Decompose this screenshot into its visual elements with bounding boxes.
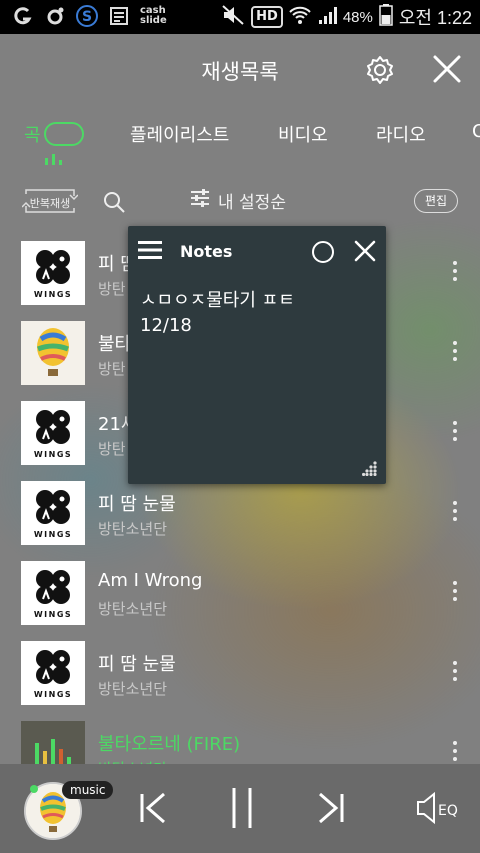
- tab-more-partial[interactable]: O: [472, 121, 480, 142]
- notes-header[interactable]: Notes: [128, 226, 386, 276]
- song-title: 피 땀 눈물: [98, 494, 176, 515]
- app-s-icon: S: [76, 5, 98, 27]
- tab-video[interactable]: 비디오: [278, 121, 328, 147]
- pause-icon[interactable]: [222, 788, 262, 828]
- more-options-icon[interactable]: [451, 261, 459, 285]
- music-tag: music: [62, 781, 114, 799]
- search-icon[interactable]: [102, 190, 126, 214]
- tab-playlist[interactable]: 플레이리스트: [130, 121, 229, 147]
- song-artist: 방탄소년단: [98, 520, 168, 538]
- minimize-circle-icon[interactable]: [312, 241, 334, 263]
- eq-icon[interactable]: EQ: [414, 788, 460, 828]
- app-g-icon: [12, 5, 34, 27]
- cashslide-icon: cash slide: [140, 5, 167, 26]
- sliders-icon: [190, 188, 210, 213]
- svg-text:S: S: [82, 9, 92, 25]
- battery-percent: 48%: [342, 8, 373, 26]
- song-artist: 방탄소년단: [98, 600, 168, 618]
- equalizer-bars-icon: [44, 150, 64, 169]
- list-toolbar: 반복재생 내 설정순 편집: [0, 178, 480, 228]
- tab-bar: 곡 플레이리스트 비디오 라디오 O: [0, 110, 480, 170]
- notes-popup[interactable]: Notes ㅅㅁㅇㅈ물타기 ㅍㅌ 12/18: [128, 226, 386, 484]
- album-art-wings: WINGS: [21, 481, 85, 545]
- song-row[interactable]: WINGS Am I Wrong 방탄소년단: [0, 552, 480, 632]
- tab-songs[interactable]: 곡: [24, 121, 41, 147]
- album-art-wings: WINGS: [21, 401, 85, 465]
- wifi-icon: [289, 5, 311, 29]
- more-options-icon[interactable]: [451, 581, 459, 605]
- more-options-icon[interactable]: [451, 501, 459, 525]
- song-row[interactable]: WINGS 피 땀 눈물 방탄소년단: [0, 632, 480, 712]
- news-icon: [108, 5, 130, 27]
- album-art-wings: WINGS: [21, 241, 85, 305]
- notes-close-icon[interactable]: [354, 240, 376, 262]
- album-art-wings: WINGS: [21, 641, 85, 705]
- more-options-icon[interactable]: [451, 421, 459, 445]
- svg-text:EQ: EQ: [438, 803, 458, 819]
- song-artist: 방탄: [98, 360, 126, 378]
- more-options-icon[interactable]: [451, 741, 459, 765]
- signal-icon: [317, 5, 337, 29]
- live-dot: [30, 785, 38, 793]
- sort-button[interactable]: 내 설정순: [190, 188, 286, 213]
- mute-icon: [221, 4, 245, 30]
- song-artist: 방탄: [98, 440, 126, 458]
- repeat-button[interactable]: 반복재생: [22, 186, 78, 216]
- song-artist: 방탄소년단: [98, 680, 168, 698]
- more-options-icon[interactable]: [451, 341, 459, 365]
- song-title: 불타오르네 (FIRE): [98, 734, 241, 755]
- close-icon[interactable]: [432, 54, 462, 84]
- song-count-badge: [44, 122, 84, 146]
- edit-button[interactable]: 편집: [414, 189, 458, 213]
- album-art-wings: WINGS: [21, 561, 85, 625]
- song-row[interactable]: WINGS 피 땀 눈물 방탄소년단: [0, 472, 480, 552]
- battery-icon: [379, 4, 393, 30]
- repeat-label: 반복재생: [29, 197, 71, 210]
- song-artist: 방탄: [98, 280, 126, 298]
- notes-text[interactable]: ㅅㅁㅇㅈ물타기 ㅍㅌ 12/18: [140, 288, 295, 338]
- page-title: 재생목록: [201, 60, 279, 84]
- sort-label: 내 설정순: [218, 193, 286, 213]
- mini-player: music EQ: [0, 764, 480, 853]
- hd-voice-icon: HD: [251, 6, 283, 28]
- resize-grip-icon[interactable]: [362, 460, 378, 477]
- clock: 오전 1:22: [398, 8, 472, 28]
- menu-icon[interactable]: [138, 240, 164, 260]
- more-options-icon[interactable]: [451, 661, 459, 685]
- song-title: Am I Wrong: [98, 570, 203, 591]
- previous-icon[interactable]: [134, 788, 174, 828]
- status-bar: S cash slide HD 48% 오전 1:22: [0, 0, 480, 34]
- header: 재생목록: [0, 34, 480, 104]
- next-icon[interactable]: [310, 788, 350, 828]
- song-title: 불타: [98, 334, 132, 355]
- settings-gear-icon[interactable]: [364, 54, 396, 86]
- notes-title: Notes: [180, 242, 233, 261]
- album-art-balloon: [21, 321, 85, 385]
- tab-radio[interactable]: 라디오: [376, 121, 426, 147]
- song-title: 피 땀 눈물: [98, 654, 176, 675]
- app-o-icon: [44, 5, 66, 27]
